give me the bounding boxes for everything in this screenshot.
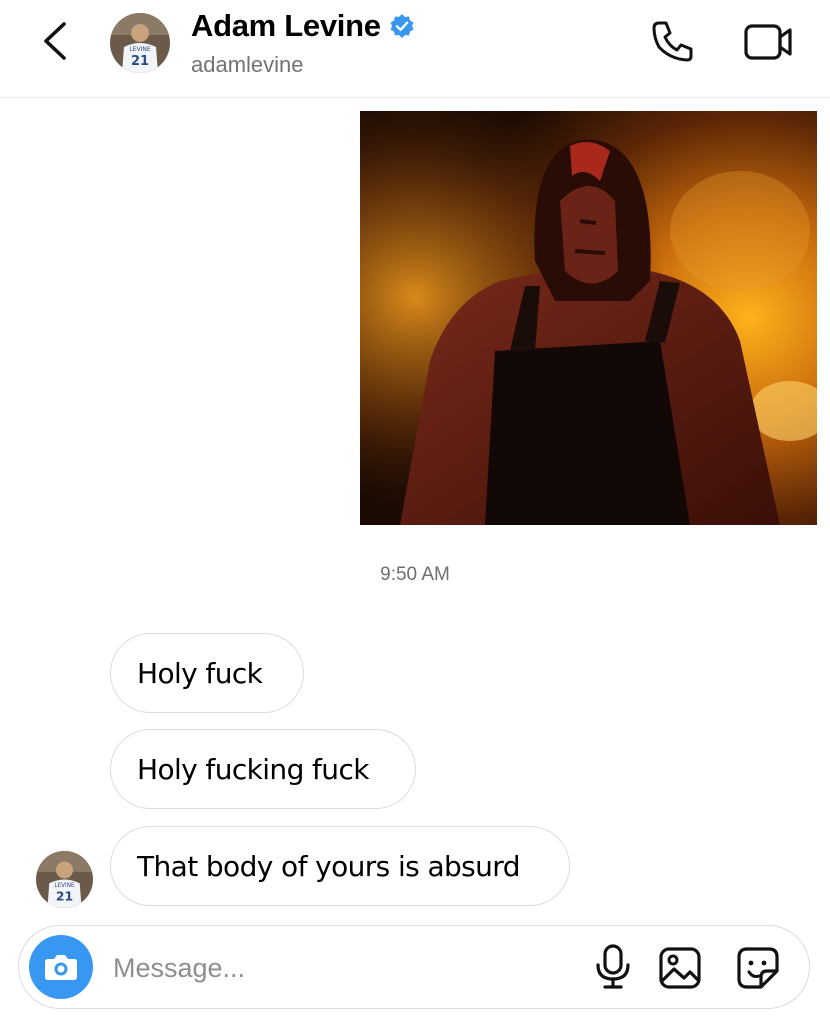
sender-avatar[interactable]: 21 LEVINE xyxy=(36,851,93,908)
gallery-button[interactable] xyxy=(657,945,703,991)
svg-text:21: 21 xyxy=(56,889,73,903)
photo-message[interactable] xyxy=(360,111,817,525)
svg-text:21: 21 xyxy=(131,54,149,69)
camera-icon xyxy=(45,955,77,980)
sticker-icon xyxy=(737,947,779,989)
message-composer xyxy=(18,925,810,1009)
voice-call-button[interactable] xyxy=(650,18,696,64)
camera-button[interactable] xyxy=(29,935,93,999)
photo-message-image xyxy=(360,111,817,525)
svg-text:LEVINE: LEVINE xyxy=(54,883,75,889)
microphone-icon xyxy=(596,944,630,989)
voice-message-button[interactable] xyxy=(591,943,635,991)
profile-avatar[interactable]: 21 LEVINE xyxy=(110,13,170,73)
message-input[interactable] xyxy=(111,940,535,996)
video-camera-icon xyxy=(744,24,792,60)
message-bubble[interactable]: Holy fuck xyxy=(110,633,304,713)
verified-badge-icon xyxy=(390,14,414,38)
username: adamlevine xyxy=(191,52,304,77)
chat-header: 21 LEVINE Adam Levine adamlevine xyxy=(0,0,830,98)
image-gallery-icon xyxy=(659,947,701,989)
message-bubble[interactable]: That body of yours is absurd xyxy=(110,826,570,906)
message-timestamp: 9:50 AM xyxy=(380,564,450,585)
display-name: Adam Levine xyxy=(191,8,381,43)
sticker-button[interactable] xyxy=(735,945,781,991)
video-call-button[interactable] xyxy=(742,22,796,62)
svg-text:LEVINE: LEVINE xyxy=(129,46,150,53)
chevron-left-icon xyxy=(44,22,66,60)
back-button[interactable] xyxy=(36,18,76,64)
message-bubble[interactable]: Holy fucking fuck xyxy=(110,729,416,809)
phone-icon xyxy=(652,21,693,62)
profile-name-row[interactable]: Adam Levine xyxy=(191,8,415,44)
